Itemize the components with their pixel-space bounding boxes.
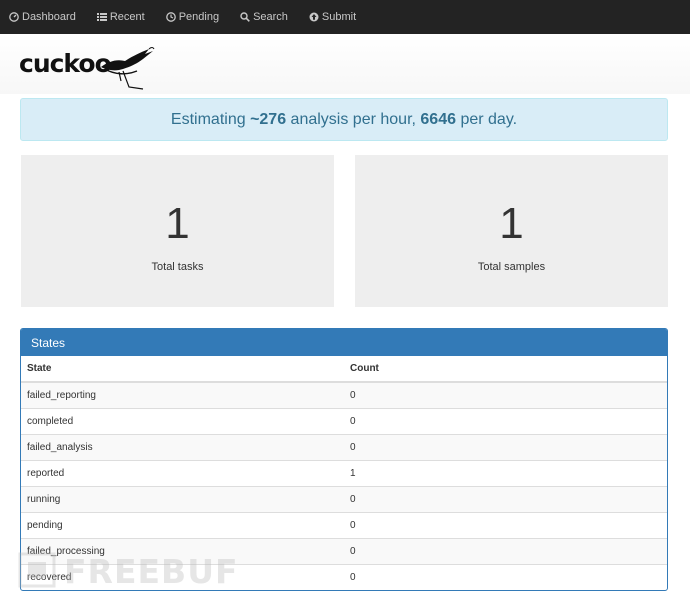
estimate-suffix: per day.	[456, 110, 518, 128]
nav-dashboard[interactable]: Dashboard	[9, 11, 76, 23]
nav-submit[interactable]: Submit	[309, 11, 356, 23]
bird-icon	[101, 47, 155, 90]
state-cell: pending	[21, 511, 344, 538]
estimate-middle: analysis per hour,	[286, 110, 421, 128]
states-panel: States State Count failed_reporting 0 co…	[20, 328, 668, 591]
search-icon	[240, 12, 250, 22]
nav-recent-label: Recent	[109, 11, 145, 23]
count-cell: 0	[344, 537, 667, 564]
nav-search[interactable]: Search	[240, 11, 288, 23]
column-header-count: Count	[344, 356, 667, 383]
logo-text: cuckoo	[19, 49, 112, 78]
state-cell: recovered	[21, 563, 344, 590]
state-cell: reported	[21, 459, 344, 486]
nav-dashboard-label: Dashboard	[22, 11, 76, 23]
total-samples-value: 1	[499, 199, 524, 248]
estimate-prefix: Estimating	[170, 110, 251, 128]
nav-pending[interactable]: Pending	[165, 11, 220, 23]
table-row: failed_reporting 0	[21, 381, 667, 408]
nav-submit-label: Submit	[321, 11, 357, 23]
total-tasks-label: Total tasks	[151, 261, 204, 273]
state-cell: completed	[21, 407, 344, 434]
clock-icon	[165, 12, 176, 22]
count-cell: 1	[344, 459, 667, 486]
nav-pending-label: Pending	[178, 11, 220, 23]
state-cell: failed_reporting	[21, 381, 344, 408]
estimate-per-hour: ~276	[250, 110, 287, 128]
table-row: reported 1	[21, 459, 667, 486]
list-icon	[96, 13, 107, 21]
total-samples-box: 1 Total samples	[355, 155, 668, 307]
count-cell: 0	[344, 381, 667, 408]
count-cell: 0	[344, 563, 667, 590]
states-table: State Count failed_reporting 0 completed…	[21, 356, 667, 590]
count-cell: 0	[344, 511, 667, 538]
upload-icon	[309, 12, 319, 22]
estimate-banner: Estimating ~276 analysis per hour, 6646 …	[20, 98, 668, 141]
table-row: failed_processing 0	[21, 537, 667, 564]
states-panel-title: States	[21, 329, 667, 356]
state-cell: failed_processing	[21, 537, 344, 564]
count-cell: 0	[344, 407, 667, 434]
total-samples-label: Total samples	[477, 261, 546, 273]
table-row: completed 0	[21, 407, 667, 434]
dashboard-icon	[9, 12, 19, 22]
table-row: recovered 0	[21, 563, 667, 590]
state-cell: failed_analysis	[21, 433, 344, 460]
total-tasks-box: 1 Total tasks	[21, 155, 334, 307]
cuckoo-logo[interactable]: cuckoo	[19, 45, 155, 91]
state-cell: running	[21, 485, 344, 512]
table-row: running 0	[21, 485, 667, 512]
total-tasks-value: 1	[165, 199, 190, 248]
top-navbar: Dashboard Recent Pending Search Submit	[0, 0, 690, 34]
estimate-per-day: 6646	[420, 110, 456, 128]
column-header-state: State	[21, 356, 344, 383]
nav-search-label: Search	[253, 11, 288, 23]
table-row: failed_analysis 0	[21, 433, 667, 460]
count-cell: 0	[344, 433, 667, 460]
table-header-row: State Count	[21, 356, 667, 383]
table-row: pending 0	[21, 511, 667, 538]
count-cell: 0	[344, 485, 667, 512]
nav-recent[interactable]: Recent	[96, 11, 145, 23]
